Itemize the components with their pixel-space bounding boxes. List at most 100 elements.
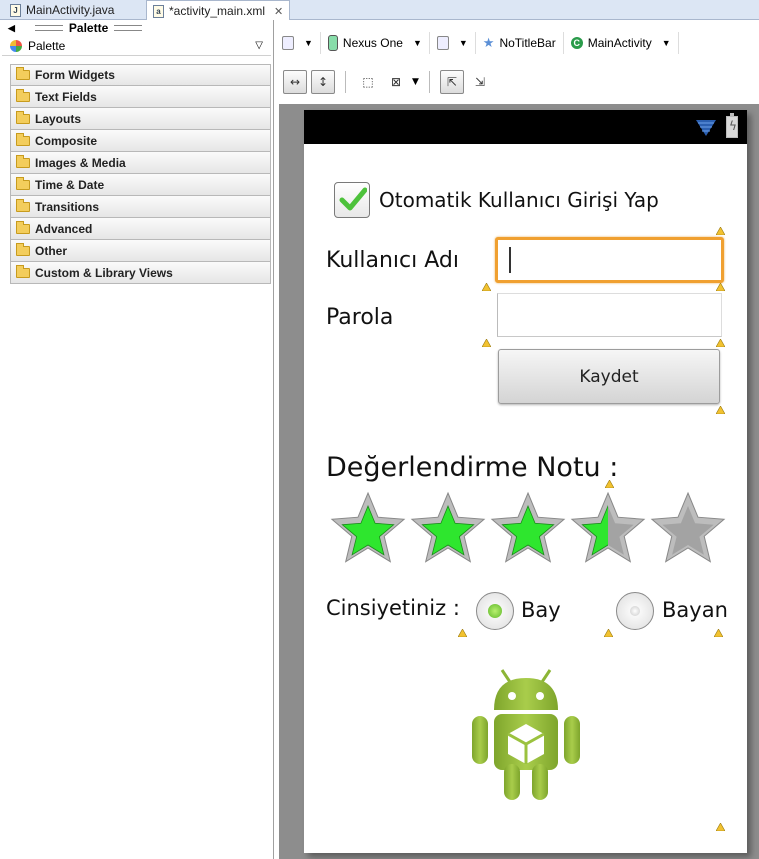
palette-icon [10,39,22,52]
tab-main-activity-java[interactable]: J MainActivity.java [4,0,120,20]
folder-icon [16,110,30,124]
config-toolbar: ▼ Nexus One ▼ ▼ ★ NoTitleBar C MainActiv… [275,30,759,56]
palette-title: Palette [68,21,109,35]
xml-file-icon: a [153,4,164,18]
save-button[interactable]: Kaydet [498,349,720,404]
username-input[interactable] [495,237,724,283]
radio-bayan[interactable] [616,592,654,630]
category-custom-library-views[interactable]: Custom & Library Views [10,262,271,284]
category-time-date[interactable]: Time & Date [10,174,271,196]
category-label: Form Widgets [35,68,115,82]
rating-bar[interactable] [328,491,728,566]
category-transitions[interactable]: Transitions [10,196,271,218]
rating-star-5[interactable] [650,491,726,563]
margins-icon[interactable]: ⬚ [356,70,380,94]
activity-label: MainActivity [587,36,652,50]
star-icon: ★ [482,35,495,50]
zoom-icon[interactable]: ⊠ [384,70,408,94]
folder-icon [16,198,30,212]
device-label: Nexus One [342,36,403,50]
status-bar: ϟ [304,110,747,144]
palette-panel: ◀ Palette Palette ▽ Form Widgets Text Fi… [0,20,274,859]
rating-star-1[interactable] [330,491,406,563]
config-selector[interactable]: ▼ [275,32,321,54]
editor-tab-bar: J MainActivity.java a *activity_main.xml… [0,0,759,21]
warning-icon [716,339,725,347]
radio-bay[interactable] [476,592,514,630]
chevron-down-icon: ▼ [304,38,313,48]
refresh-icon[interactable]: ⇲ [468,70,492,94]
folder-icon [16,242,30,256]
category-images-media[interactable]: Images & Media [10,152,271,174]
category-text-fields[interactable]: Text Fields [10,86,271,108]
warning-icon [604,629,613,637]
auto-login-checkbox[interactable] [334,182,370,218]
text-cursor [509,247,511,273]
grip-icon[interactable] [34,25,63,31]
folder-icon [16,176,30,190]
folder-icon [16,154,30,168]
chevron-down-icon: ▼ [458,38,468,48]
warning-icon [714,629,723,637]
warning-icon [716,283,725,291]
category-label: Layouts [35,111,82,126]
layout-editor: ▼ Nexus One ▼ ▼ ★ NoTitleBar C MainActiv… [275,20,759,859]
palette-selector-label: Palette [28,38,66,53]
category-label: Time & Date [35,177,105,192]
rating-star-3[interactable] [490,491,566,563]
category-label: Custom & Library Views [35,265,173,280]
radio-selected-dot [488,604,502,618]
folder-icon [16,88,30,102]
activity-selector[interactable]: C MainActivity ▼ [564,32,679,54]
radio-unselected-dot [630,606,640,616]
category-label: Transitions [35,199,100,214]
category-advanced[interactable]: Advanced [10,218,271,240]
category-label: Images & Media [35,155,126,170]
layout-toolbar: ↔ ↕ ⬚ ⊠ ▼ ⇱ ⇲ [283,69,492,95]
folder-icon [16,220,30,234]
auto-login-label: Otomatik Kullanıcı Girişi Yap [379,188,659,212]
tab-label: MainActivity.java [26,3,115,17]
collapse-arrow-icon[interactable]: ◀ [8,23,15,34]
category-label: Composite [35,133,98,148]
rotate-icon [436,36,449,50]
warning-icon [458,629,467,637]
palette-header: ◀ Palette [0,20,273,36]
warning-icon [716,227,725,235]
device-screen: ϟ Otomatik Kullanıcı Girişi Yap Kullanıc… [304,110,747,853]
chevron-down-icon: ▼ [661,38,671,48]
tab-activity-main-xml[interactable]: a *activity_main.xml ✕ [146,0,291,21]
emulate-real-size-button[interactable]: ⇱ [439,70,464,94]
tab-label: *activity_main.xml [169,4,266,18]
toggle-fill-height-button[interactable]: ↕ [311,70,335,94]
radio-bayan-label: Bayan [662,598,728,622]
warning-icon [482,283,491,291]
category-form-widgets[interactable]: Form Widgets [10,64,271,86]
java-file-icon: J [10,3,21,17]
theme-selector[interactable]: ★ NoTitleBar [476,32,564,54]
username-label: Kullanıcı Adı [326,248,459,273]
chevron-down-icon[interactable]: ▼ [412,77,419,87]
folder-icon [16,67,30,80]
category-composite[interactable]: Composite [10,130,271,152]
category-other[interactable]: Other [10,240,271,262]
toggle-fill-width-button[interactable]: ↔ [283,70,307,94]
category-layouts[interactable]: Layouts [10,108,271,130]
close-tab-icon[interactable]: ✕ [274,5,283,18]
orientation-selector[interactable]: ▼ [430,32,476,54]
chevron-down-icon[interactable]: ▽ [255,40,263,51]
palette-selector[interactable]: Palette ▽ [2,36,271,56]
warning-icon [482,339,491,347]
grip-icon[interactable] [114,25,143,31]
layout-file-icon [282,36,294,50]
theme-label: NoTitleBar [499,36,556,50]
rating-star-4[interactable] [570,491,646,563]
device-selector[interactable]: Nexus One ▼ [321,32,430,54]
toolbar-separator [345,71,346,93]
chevron-down-icon: ▼ [412,38,422,48]
password-input[interactable] [497,293,722,337]
rating-star-2[interactable] [410,491,486,563]
design-canvas[interactable]: ϟ Otomatik Kullanıcı Girişi Yap Kullanıc… [279,104,759,859]
warning-icon [716,406,725,414]
phone-icon [327,35,338,51]
